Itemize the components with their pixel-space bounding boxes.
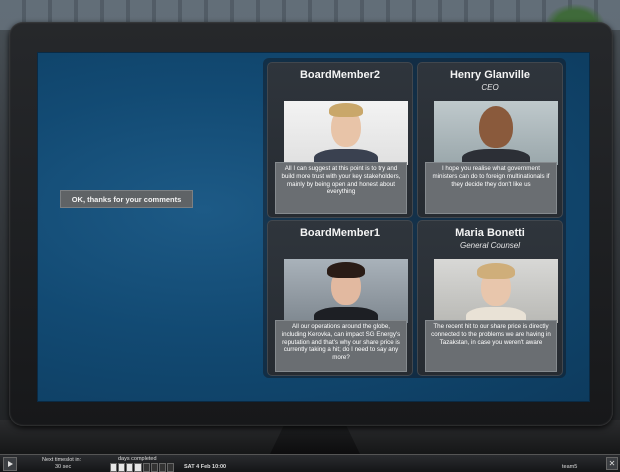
days-completed-label: days completed [118, 456, 157, 462]
progress-segment [142, 463, 150, 472]
blonde-woman-portrait [434, 259, 558, 323]
card-name: Maria Bonetti [455, 227, 525, 239]
card-name: Henry Glanville [449, 69, 531, 81]
progress-segment [158, 463, 166, 472]
speech-bubble: All our operations around the globe, inc… [275, 320, 407, 372]
status-bar: Next timeslot in: 30 sec days completed … [0, 454, 620, 472]
card-role: General Counsel [459, 241, 521, 250]
close-icon[interactable]: ✕ [606, 457, 618, 470]
progress-segment [126, 463, 134, 472]
play-icon[interactable] [3, 457, 17, 471]
team-label: team5 [562, 464, 578, 470]
speech-bubble: The recent hit to our share price is dir… [425, 320, 557, 372]
speech-bubble: All I can suggest at this point is to tr… [275, 162, 407, 214]
timeslot-label: Next timeslot in: [42, 457, 82, 463]
card-name: BoardMember2 [299, 69, 381, 81]
board-member-grid: BoardMember2 All I can suggest at this p… [263, 58, 566, 378]
speech-bubble: I hope you realise what government minis… [425, 162, 557, 214]
progress-segment [110, 463, 118, 472]
progress-segment [166, 463, 174, 472]
card-boardmember2: BoardMember2 All I can suggest at this p… [267, 62, 413, 218]
monitor-stand [270, 426, 360, 454]
game-date: SAT 4 Feb 10:00 [184, 464, 227, 470]
progress-segment [150, 463, 158, 472]
blonde-man-portrait [284, 101, 408, 165]
card-role: CEO [481, 83, 499, 92]
response-button[interactable]: OK, thanks for your comments [60, 190, 193, 208]
dark-haired-woman-portrait [284, 259, 408, 323]
card-name: BoardMember1 [299, 227, 381, 239]
card-maria-bonetti: Maria Bonetti General Counsel The recent… [417, 220, 563, 376]
card-boardmember1: BoardMember1 All our operations around t… [267, 220, 413, 376]
progress-segment [134, 463, 142, 472]
card-henry-glanville: Henry Glanville CEO I hope you realise w… [417, 62, 563, 218]
bald-man-portrait [434, 101, 558, 165]
days-progress-bar [110, 463, 174, 472]
progress-segment [118, 463, 126, 472]
timeslot-value: 30 sec [55, 464, 72, 470]
